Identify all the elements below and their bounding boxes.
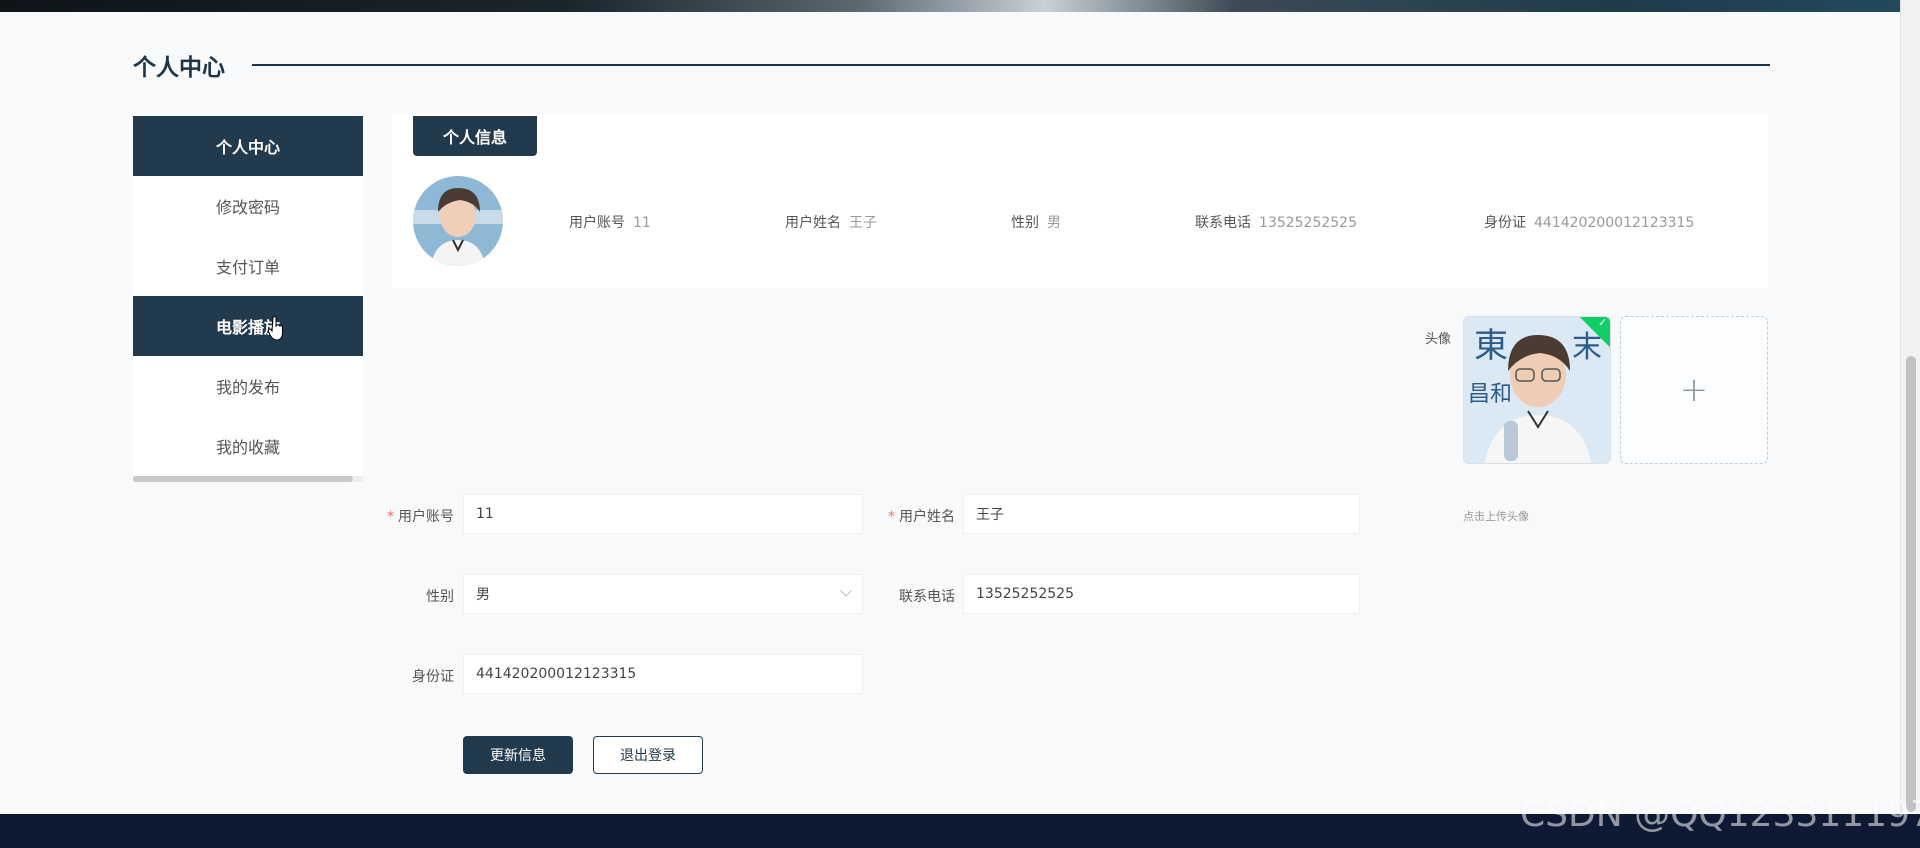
info-account: 用户账号 11	[569, 212, 651, 232]
add-avatar-button[interactable]: +	[1620, 316, 1768, 464]
hand-cursor-icon	[268, 316, 283, 341]
check-icon: ✓	[1598, 316, 1608, 329]
page-title: 个人中心	[133, 55, 225, 81]
upload-tip: 点击上传头像	[1463, 510, 1529, 523]
idcard-input[interactable]: 441420200012123315	[463, 654, 863, 694]
gender-select[interactable]: 男	[463, 574, 863, 614]
gender-label: 性别	[426, 589, 454, 605]
logout-button[interactable]: 退出登录	[593, 736, 703, 774]
name-input[interactable]: 王子	[963, 494, 1360, 534]
sidebar-scrollbar-thumb[interactable]	[133, 476, 353, 482]
info-phone-value: 13525252525	[1259, 215, 1357, 231]
personal-info-card	[392, 114, 1768, 288]
sidebar-item-movie-play[interactable]: 电影播放	[133, 296, 363, 356]
name-label-text: 用户姓名	[899, 509, 955, 525]
info-idcard-value: 441420200012123315	[1534, 215, 1695, 231]
chevron-down-icon	[840, 585, 852, 597]
info-name: 用户姓名 王子	[785, 212, 877, 232]
sidebar-item-paid-orders[interactable]: 支付订单	[133, 236, 363, 296]
required-mark: *	[888, 509, 895, 525]
personal-info-tab[interactable]: 个人信息	[413, 116, 537, 156]
watermark: CSDN @QQ123311197	[1520, 794, 1920, 835]
info-phone-label: 联系电话	[1195, 215, 1251, 231]
update-info-button[interactable]: 更新信息	[463, 736, 573, 774]
info-name-label: 用户姓名	[785, 215, 841, 231]
top-banner-image	[0, 0, 1900, 12]
page-scrollbar-thumb[interactable]	[1906, 356, 1916, 812]
account-input[interactable]: 11	[463, 494, 863, 534]
info-idcard-label: 身份证	[1484, 215, 1526, 231]
required-mark: *	[387, 509, 394, 525]
svg-text:東: 東	[1474, 326, 1508, 366]
info-gender-value: 男	[1047, 215, 1061, 231]
info-gender: 性别男	[1011, 212, 1061, 232]
sidebar-item-profile[interactable]: 个人中心	[133, 116, 363, 176]
sidebar-scrollbar[interactable]	[133, 476, 363, 482]
account-label-text: 用户账号	[398, 509, 454, 525]
info-phone: 联系电话 13525252525	[1195, 212, 1357, 232]
account-label: * 用户账号	[364, 506, 454, 526]
page-scrollbar[interactable]	[1900, 0, 1920, 812]
idcard-label: 身份证	[412, 669, 454, 685]
svg-text:昌和: 昌和	[1468, 382, 1512, 407]
sidebar-menu: 个人中心 修改密码 支付订单 电影播放 我的发布 我的收藏	[133, 116, 363, 482]
sidebar-item-my-posts[interactable]: 我的发布	[133, 356, 363, 416]
info-account-value: 11	[633, 215, 651, 231]
info-name-value: 王子	[849, 215, 877, 231]
phone-input[interactable]: 13525252525	[963, 574, 1360, 614]
title-divider	[252, 64, 1770, 66]
info-account-label: 用户账号	[569, 215, 625, 231]
sidebar-item-my-favorites[interactable]: 我的收藏	[133, 416, 363, 476]
gender-select-value: 男	[476, 587, 490, 603]
avatar-label: 头像	[1425, 332, 1452, 347]
uploaded-avatar-image[interactable]: 東 末 昌和 ✓	[1463, 316, 1611, 464]
info-idcard: 身份证 441420200012123315	[1484, 212, 1694, 232]
profile-avatar	[413, 176, 503, 266]
phone-label: 联系电话	[899, 589, 955, 605]
info-gender-label: 性别	[1011, 215, 1039, 231]
name-label: * 用户姓名	[865, 506, 955, 526]
sidebar-item-change-password[interactable]: 修改密码	[133, 176, 363, 236]
